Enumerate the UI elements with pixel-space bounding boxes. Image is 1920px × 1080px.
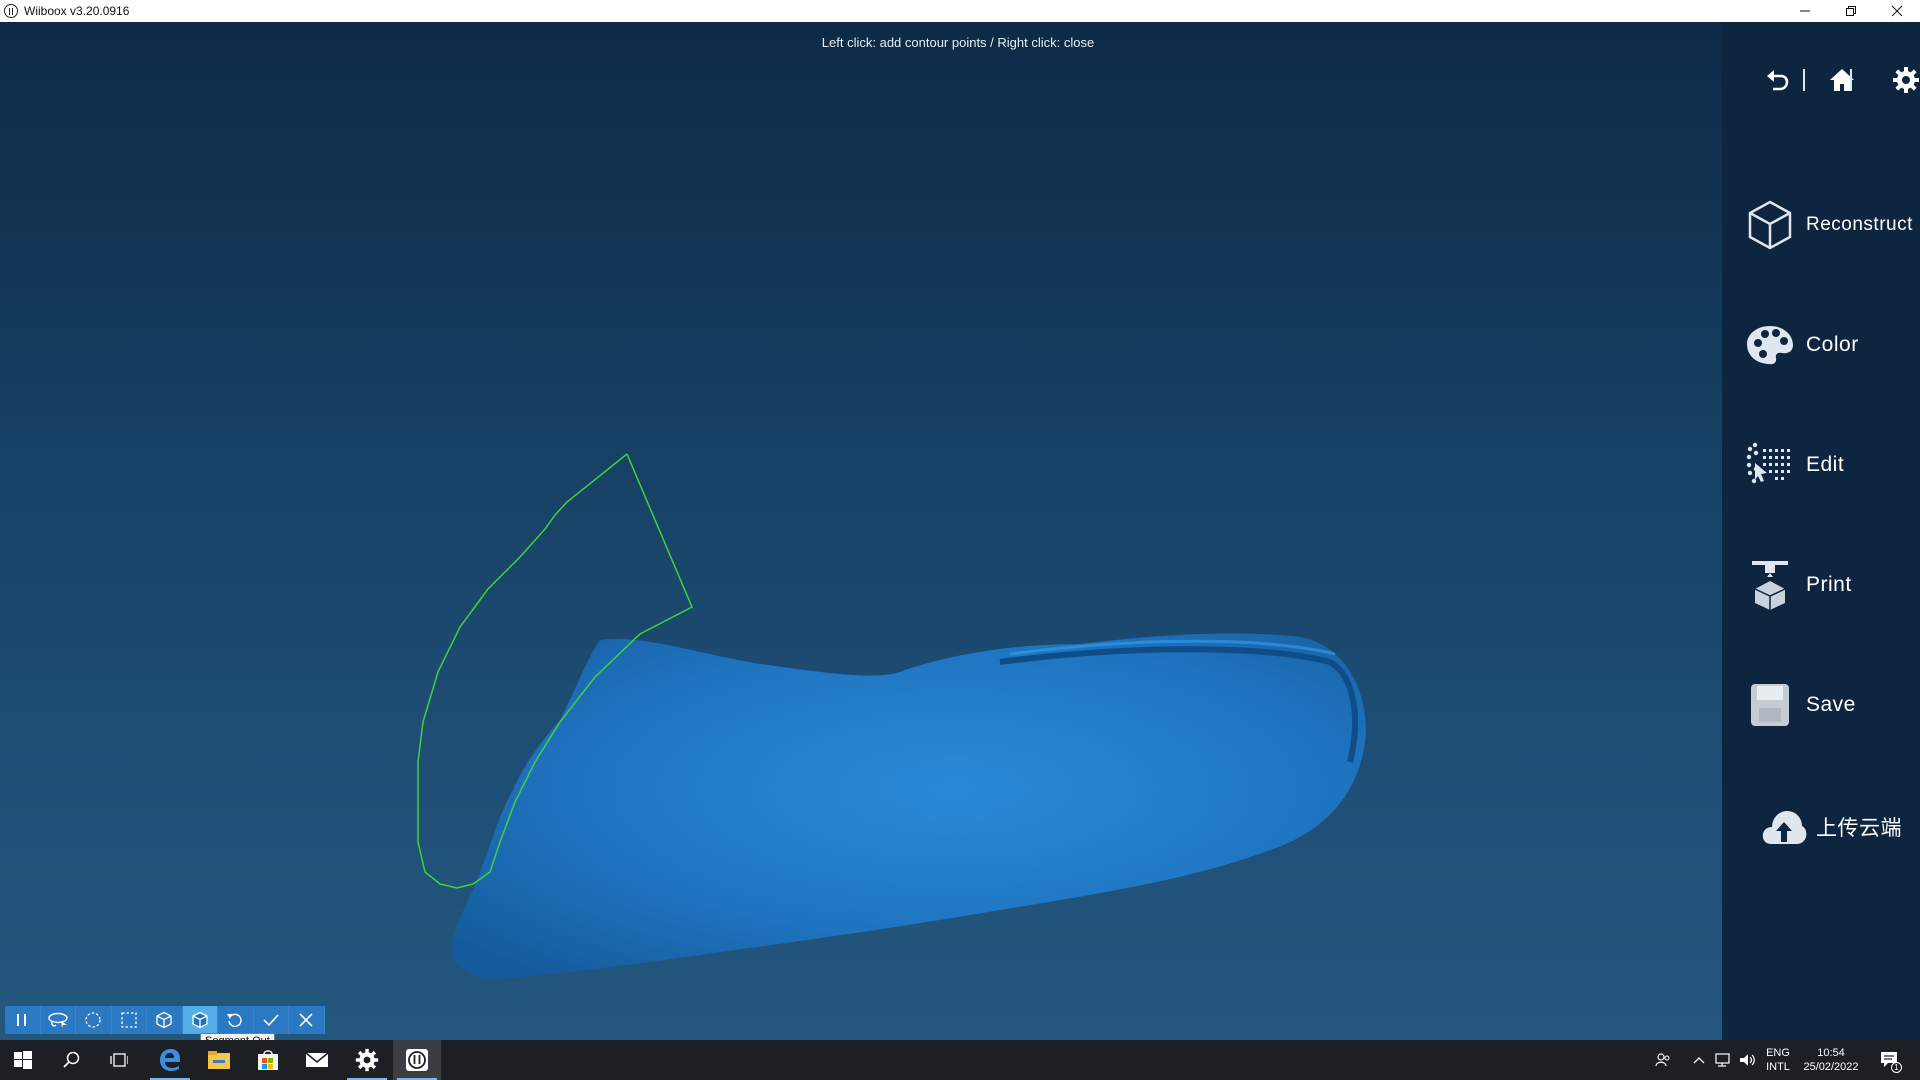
color-button[interactable]: Color — [1742, 315, 1920, 375]
input-language[interactable]: ENG INTL — [1760, 1046, 1796, 1074]
home-icon[interactable] — [1822, 60, 1862, 100]
wiiboox-app-icon — [4, 4, 18, 18]
undo-icon[interactable] — [1757, 60, 1797, 100]
edge-icon[interactable] — [146, 1040, 194, 1080]
chevron-up-icon[interactable] — [1688, 1040, 1710, 1080]
taskbar: ENG INTL 10:54 25/02/2022 1 — [0, 1040, 1920, 1080]
palette-icon — [1742, 317, 1798, 373]
side-top-bar — [1722, 60, 1920, 100]
edit-points-icon — [1742, 437, 1798, 493]
reconstruct-label: Reconstruct — [1806, 214, 1913, 235]
minimize-icon[interactable] — [1782, 0, 1828, 22]
volume-icon[interactable] — [1736, 1040, 1760, 1080]
segment-out-icon[interactable] — [182, 1006, 218, 1034]
upload-cloud-label: 上传云端 — [1816, 817, 1902, 840]
language-line2: INTL — [1766, 1061, 1790, 1073]
edit-label: Edit — [1806, 453, 1845, 476]
settings-icon[interactable] — [1886, 60, 1920, 100]
file-explorer-icon[interactable] — [195, 1040, 243, 1080]
rect-select-icon[interactable] — [111, 1006, 147, 1034]
reconstruct-button[interactable]: Reconstruct — [1742, 195, 1920, 255]
segment-in-icon[interactable] — [147, 1006, 183, 1034]
print-label: Print — [1806, 573, 1852, 596]
cloud-upload-icon — [1760, 799, 1808, 855]
restore-icon[interactable] — [1828, 0, 1874, 22]
save-button[interactable]: Save — [1742, 675, 1920, 735]
segment-toolbar — [5, 1006, 325, 1034]
save-icon — [1742, 677, 1798, 733]
circle-select-icon[interactable] — [76, 1006, 112, 1034]
cube-icon — [1742, 197, 1798, 253]
printer-icon — [1742, 557, 1798, 613]
scene-canvas[interactable] — [0, 22, 1722, 1040]
pause-icon[interactable] — [5, 1006, 41, 1034]
clock[interactable]: 10:54 25/02/2022 — [1796, 1046, 1866, 1074]
save-label: Save — [1806, 693, 1856, 716]
wiiboox-icon[interactable] — [393, 1040, 441, 1080]
store-icon[interactable] — [244, 1040, 292, 1080]
network-icon[interactable] — [1712, 1040, 1736, 1080]
print-button[interactable]: Print — [1742, 555, 1920, 615]
clock-date: 25/02/2022 — [1803, 1061, 1859, 1073]
upload-cloud-button[interactable]: 上传云端 — [1760, 797, 1920, 857]
side-panel: Reconstruct Color Edit Print Save 上传云端 — [1722, 22, 1920, 1040]
separator — [1803, 69, 1805, 91]
close-icon[interactable] — [1874, 0, 1920, 22]
window-controls — [1782, 0, 1920, 22]
confirm-icon[interactable] — [253, 1006, 289, 1034]
people-icon[interactable] — [1648, 1040, 1678, 1080]
3d-viewport[interactable]: Left click: add contour points / Right c… — [0, 22, 1722, 1040]
notification-count: 1 — [1891, 1062, 1902, 1073]
start-icon[interactable] — [0, 1040, 46, 1080]
settings-gear-icon[interactable] — [343, 1040, 391, 1080]
cancel-icon[interactable] — [289, 1006, 325, 1034]
lasso-icon[interactable] — [40, 1006, 76, 1034]
title-bar: Wiiboox v3.20.0916 — [0, 0, 1920, 22]
language-line1: ENG — [1766, 1047, 1790, 1059]
color-label: Color — [1806, 333, 1859, 356]
clock-time: 10:54 — [1817, 1047, 1845, 1059]
edit-button[interactable]: Edit — [1742, 435, 1920, 495]
window-title: Wiiboox v3.20.0916 — [24, 4, 130, 18]
mail-icon[interactable] — [293, 1040, 341, 1080]
separator — [1850, 69, 1852, 91]
search-icon[interactable] — [48, 1040, 94, 1080]
notification-icon[interactable]: 1 — [1872, 1040, 1908, 1080]
reset-icon[interactable] — [218, 1006, 254, 1034]
task-view-icon[interactable] — [96, 1040, 142, 1080]
